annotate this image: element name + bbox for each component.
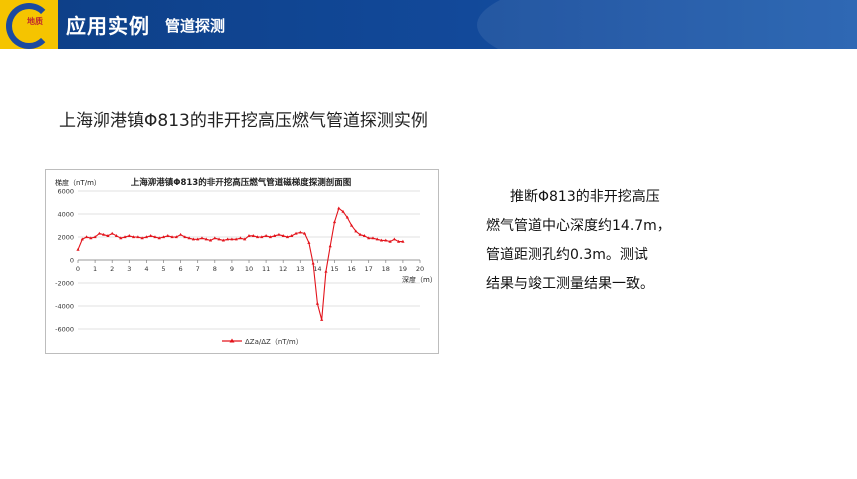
y-tick-label: -4000 (55, 303, 74, 311)
x-tick-label: 5 (161, 265, 165, 273)
x-tick-label: 11 (262, 265, 270, 273)
x-tick-label: 20 (416, 265, 424, 273)
y-tick-label: -6000 (55, 326, 74, 334)
data-point (127, 234, 131, 237)
x-tick-label: 2 (110, 265, 114, 273)
data-point (328, 244, 332, 248)
description-line-3: 管道距测孔约0.3m。测试 (486, 247, 648, 263)
data-point (84, 235, 89, 239)
header-title: 应用实例 (66, 14, 150, 38)
y-tick-label: 2000 (57, 234, 74, 242)
chart-title: 上海泖港镇Φ813的非开挖高压燃气管道磁梯度探测剖面图 (131, 177, 351, 188)
x-tick-label: 7 (196, 265, 200, 273)
data-point (320, 318, 324, 321)
data-point (277, 232, 281, 236)
x-tick-label: 4 (144, 265, 148, 273)
data-point (264, 234, 268, 237)
x-tick-label: 12 (279, 265, 287, 273)
data-point (392, 237, 396, 241)
data-point (311, 261, 315, 265)
x-tick-label: 15 (330, 265, 338, 273)
x-tick-label: 17 (365, 265, 373, 273)
data-point (179, 232, 183, 236)
description-line-4: 结果与竣工测量结果一致。 (486, 276, 654, 292)
page-title: 上海泖港镇Φ813的非开挖高压燃气管道探测实例 (59, 111, 428, 131)
data-point (110, 231, 114, 235)
company-logo: 地质 (0, 0, 58, 49)
y-tick-label: 6000 (57, 188, 74, 196)
data-point (315, 301, 319, 305)
data-point (149, 234, 153, 237)
data-point (298, 230, 302, 234)
x-tick-label: 19 (399, 265, 407, 273)
x-tick-label: 10 (245, 265, 253, 273)
legend-label: ΔZa/ΔZ（nT/m） (245, 338, 303, 346)
y-tick-label: -2000 (55, 280, 74, 288)
data-point (97, 231, 101, 235)
x-tick-label: 3 (127, 265, 131, 273)
x-axis-label: 深度（m） (402, 275, 437, 284)
data-point (166, 234, 170, 237)
header-decoration (477, 0, 857, 49)
x-tick-label: 16 (347, 265, 355, 273)
y-axis-label: 梯度（nT/m） (55, 178, 101, 187)
x-tick-label: 18 (382, 265, 390, 273)
x-tick-label: 1 (93, 265, 97, 273)
chart: 上海泖港镇Φ813的非开挖高压燃气管道磁梯度探测剖面图 梯度（nT/m） 深度（… (55, 177, 437, 346)
x-tick-label: 0 (76, 265, 80, 273)
header-bar: 地质 应用实例 管道探测 (0, 0, 857, 49)
description-block: 推断Φ813的非开挖高压 燃气管道中心深度约14.7m， 管道距测孔约0.3m。… (486, 183, 716, 299)
data-point (324, 269, 328, 273)
y-tick-label: 0 (70, 257, 74, 265)
header-subtitle: 管道探测 (165, 17, 226, 35)
description-line-1: 推断Φ813的非开挖高压 (510, 189, 660, 205)
x-tick-label: 6 (179, 265, 183, 273)
data-point (332, 220, 337, 224)
chart-frame: 上海泖港镇Φ813的非开挖高压燃气管道磁梯度探测剖面图 梯度（nT/m） 深度（… (45, 169, 439, 354)
data-point (337, 206, 341, 210)
y-tick-label: 4000 (57, 211, 74, 219)
logo-text: 地质 (27, 17, 43, 26)
x-tick-label: 8 (213, 265, 217, 273)
x-tick-label: 13 (296, 265, 304, 273)
x-tick-label: 9 (230, 265, 234, 273)
description-line-2: 燃气管道中心深度约14.7m， (486, 218, 671, 234)
